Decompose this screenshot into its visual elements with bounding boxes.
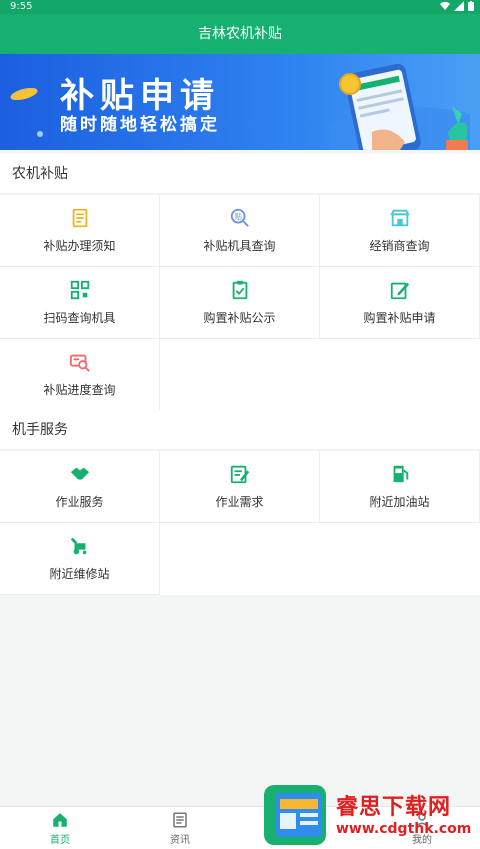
grid-item-label: 附近加油站	[369, 495, 430, 509]
tractor-repair-icon	[70, 537, 86, 555]
handshake-icon	[70, 467, 89, 480]
qr-scan-icon	[70, 280, 89, 300]
grid-empty	[320, 523, 480, 595]
grid-item-label: 作业服务	[55, 495, 104, 509]
grid-item-work-demand[interactable]: 作业需求	[160, 451, 320, 523]
grid-item-dealer-query[interactable]: 经销商查询	[320, 195, 480, 267]
grid-item-label: 购置补贴申请	[363, 311, 436, 325]
grid-empty	[160, 523, 320, 595]
watermark-url: www.cdgthk.com	[336, 821, 472, 837]
section-title-operator: 机手服务	[0, 410, 480, 450]
status-time: 9:55	[10, 1, 33, 12]
grid-item-work-service[interactable]: 作业服务	[0, 451, 160, 523]
gas-station-icon	[393, 465, 408, 483]
tab-news[interactable]: 资讯	[150, 811, 210, 846]
grid-item-label: 补贴机具查询	[203, 239, 276, 253]
checklist-icon	[230, 465, 249, 484]
subsidy-search-icon: 贴	[230, 208, 249, 227]
grid-item-label: 附近维修站	[49, 567, 110, 581]
grid-item-subsidy-notice[interactable]: 购置补贴公示	[160, 267, 320, 339]
signal-icon	[454, 1, 464, 11]
grid-empty	[320, 339, 480, 411]
watermark-title: 睿思下载网	[336, 795, 452, 820]
grid-item-label: 补贴办理须知	[43, 239, 116, 253]
tab-label: 资讯	[170, 835, 190, 846]
news-icon	[173, 812, 187, 828]
document-icon	[72, 208, 87, 228]
grid-item-equipment-query[interactable]: 贴 补贴机具查询	[160, 195, 320, 267]
svg-text:贴: 贴	[234, 212, 242, 221]
banner-subtitle: 随时随地轻松搞定	[60, 115, 220, 135]
app-bar: 吉林农机补贴	[0, 14, 480, 54]
app-title: 吉林农机补贴	[198, 26, 282, 42]
subsidy-grid: 补贴办理须知 贴 补贴机具查询 经销商查询 扫码查询机具 购置补贴公示 购置补贴…	[0, 195, 480, 411]
progress-search-icon	[69, 354, 90, 372]
grid-item-repair-station[interactable]: 附近维修站	[0, 523, 160, 595]
banner[interactable]: 补贴申请 随时随地轻松搞定	[0, 54, 480, 150]
grid-item-label: 扫码查询机具	[43, 311, 116, 325]
wifi-icon	[440, 1, 450, 11]
grid-item-subsidy-apply[interactable]: 购置补贴申请	[320, 267, 480, 339]
status-bar: 9:55	[0, 0, 480, 14]
section-title-subsidy: 农机补贴	[0, 154, 480, 194]
home-icon	[53, 813, 67, 827]
grid-item-label: 购置补贴公示	[203, 311, 276, 325]
grid-item-label: 补贴进度查询	[43, 383, 116, 397]
store-icon	[389, 209, 410, 227]
watermark: 睿思下载网 www.cdgthk.com	[262, 783, 478, 847]
grid-item-progress-query[interactable]: 补贴进度查询	[0, 339, 160, 411]
grid-empty	[160, 339, 320, 411]
battery-icon	[468, 1, 474, 11]
tab-label: 首页	[50, 835, 70, 846]
grid-item-subsidy-guide[interactable]: 补贴办理须知	[0, 195, 160, 267]
operator-grid: 作业服务 作业需求 附近加油站 附近维修站	[0, 451, 480, 595]
system-icons	[440, 1, 474, 11]
grid-item-label: 经销商查询	[369, 239, 430, 253]
tab-home[interactable]: 首页	[30, 811, 90, 846]
edit-icon	[390, 282, 409, 300]
grid-item-label: 作业需求	[215, 495, 264, 509]
watermark-logo	[264, 785, 326, 845]
grid-item-scan-query[interactable]: 扫码查询机具	[0, 267, 160, 339]
clipboard-icon	[232, 280, 247, 300]
grid-item-gas-station[interactable]: 附近加油站	[320, 451, 480, 523]
